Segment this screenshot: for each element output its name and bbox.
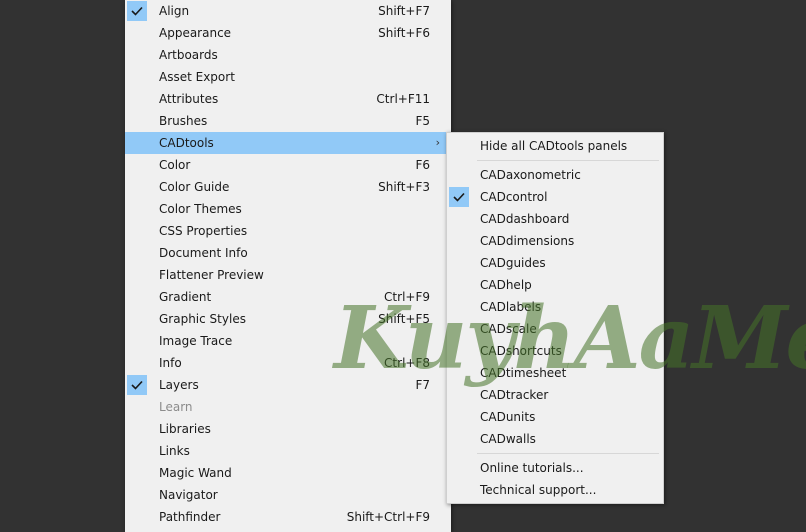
menu-item-label: Color (159, 158, 191, 172)
menu-item-graphic-styles[interactable]: Graphic Styles Shift+F5 (125, 308, 451, 330)
menu-item-links[interactable]: Links (125, 440, 451, 462)
menu-item-label: CADaxonometric (480, 168, 581, 182)
menu-item-cadhelp[interactable]: CADhelp (447, 274, 663, 296)
menu-item-label: CSS Properties (159, 224, 248, 238)
menu-item-cadlabels[interactable]: CADlabels (447, 296, 663, 318)
menu-item-caddashboard[interactable]: CADdashboard (447, 208, 663, 230)
menu-item-cadtracker[interactable]: CADtracker (447, 384, 663, 406)
menu-item-cadcontrol[interactable]: CADcontrol (447, 186, 663, 208)
menu-item-magic-wand[interactable]: Magic Wand (125, 462, 451, 484)
menu-item-technical-support[interactable]: Technical support... (447, 479, 663, 501)
menu-item-shortcut: Ctrl+F9 (384, 290, 430, 304)
menu-item-libraries[interactable]: Libraries (125, 418, 451, 440)
menu-item-color[interactable]: Color F6 (125, 154, 451, 176)
menu-item-label: CADdimensions (480, 234, 575, 248)
menu-item-label: Document Info (159, 246, 248, 260)
menu-item-label: Artboards (159, 48, 218, 62)
menu-item-label: Libraries (159, 422, 211, 436)
menu-item-shortcut: F7 (415, 378, 430, 392)
menu-item-color-guide[interactable]: Color Guide Shift+F3 (125, 176, 451, 198)
menu-item-cadshortcuts[interactable]: CADshortcuts (447, 340, 663, 362)
menu-item-shortcut: Shift+Ctrl+F9 (346, 510, 430, 524)
menu-item-label: Attributes (159, 92, 219, 106)
menu-item-label: Gradient (159, 290, 212, 304)
menu-item-label: Links (159, 444, 190, 458)
checkmark-icon (449, 187, 469, 207)
menu-item-color-themes[interactable]: Color Themes (125, 198, 451, 220)
menu-item-label: Align (159, 4, 190, 18)
menu-item-caddimensions[interactable]: CADdimensions (447, 230, 663, 252)
menu-item-label: Hide all CADtools panels (480, 139, 628, 153)
menu-item-shortcut: Shift+F5 (378, 312, 430, 326)
menu-item-shortcut: Ctrl+F8 (384, 356, 430, 370)
menu-item-shortcut: Ctrl+F11 (376, 92, 430, 106)
menu-item-layers[interactable]: Layers F7 (125, 374, 451, 396)
menu-item-navigator[interactable]: Navigator (125, 484, 451, 506)
menu-item-label: CADcontrol (480, 190, 548, 204)
menu-item-label: Asset Export (159, 70, 235, 84)
menu-item-shortcut: Shift+F3 (378, 180, 430, 194)
menu-item-document-info[interactable]: Document Info (125, 242, 451, 264)
menu-item-shortcut: Shift+F6 (378, 26, 430, 40)
menu-item-align[interactable]: Align Shift+F7 (125, 0, 451, 22)
menu-item-css-properties[interactable]: CSS Properties (125, 220, 451, 242)
chevron-right-icon: › (435, 136, 440, 149)
menu-item-label: Magic Wand (159, 466, 232, 480)
menu-item-attributes[interactable]: Attributes Ctrl+F11 (125, 88, 451, 110)
menu-item-label: Color Guide (159, 180, 230, 194)
menu-item-online-tutorials[interactable]: Online tutorials... (447, 457, 663, 479)
window-menu: Align Shift+F7 Appearance Shift+F6 Artboards… (125, 0, 451, 532)
menu-item-label: CADtracker (480, 388, 549, 402)
menu-item-label: Flattener Preview (159, 268, 264, 282)
menu-item-label: Pathfinder (159, 510, 221, 524)
menu-item-shortcut: F6 (415, 158, 430, 172)
menu-item-cadguides[interactable]: CADguides (447, 252, 663, 274)
menu-item-cadtimesheet[interactable]: CADtimesheet (447, 362, 663, 384)
menu-item-cadscale[interactable]: CADscale (447, 318, 663, 340)
menu-item-label: Graphic Styles (159, 312, 246, 326)
menu-item-label: Technical support... (480, 483, 597, 497)
menu-item-cadtools[interactable]: CADtools › (125, 132, 451, 154)
checkmark-icon (127, 375, 147, 395)
menu-item-label: Color Themes (159, 202, 242, 216)
menu-item-label: CADdashboard (480, 212, 570, 226)
menu-item-flattener-preview[interactable]: Flattener Preview (125, 264, 451, 286)
menu-item-image-trace[interactable]: Image Trace (125, 330, 451, 352)
menu-item-cadaxonometric[interactable]: CADaxonometric (447, 164, 663, 186)
menu-separator (477, 160, 659, 161)
menu-item-hide-all-cadtools-panels[interactable]: Hide all CADtools panels (447, 135, 663, 157)
menu-item-label: CADwalls (480, 432, 536, 446)
menu-item-label: Appearance (159, 26, 232, 40)
menu-item-label: CADshortcuts (480, 344, 562, 358)
menu-item-cadunits[interactable]: CADunits (447, 406, 663, 428)
menu-item-label: Navigator (159, 488, 218, 502)
checkmark-icon (127, 1, 147, 21)
menu-item-label: CADtimesheet (480, 366, 567, 380)
menu-separator (477, 453, 659, 454)
menu-item-shortcut: F5 (415, 114, 430, 128)
menu-item-label: CADguides (480, 256, 546, 270)
menu-item-label: CADtools (159, 136, 214, 150)
menu-item-label: Info (159, 356, 182, 370)
menu-item-asset-export[interactable]: Asset Export (125, 66, 451, 88)
menu-item-appearance[interactable]: Appearance Shift+F6 (125, 22, 451, 44)
menu-item-label: Layers (159, 378, 199, 392)
menu-item-label: CADscale (480, 322, 537, 336)
menu-item-info[interactable]: Info Ctrl+F8 (125, 352, 451, 374)
menu-item-label: CADlabels (480, 300, 542, 314)
cadtools-submenu: Hide all CADtools panels CADaxonometric C… (446, 132, 664, 504)
menu-item-gradient[interactable]: Gradient Ctrl+F9 (125, 286, 451, 308)
menu-item-artboards[interactable]: Artboards (125, 44, 451, 66)
menu-item-learn: Learn (125, 396, 451, 418)
menu-item-shortcut: Shift+F7 (378, 4, 430, 18)
menu-item-label: CADhelp (480, 278, 532, 292)
menu-item-label: Learn (159, 400, 193, 414)
menu-item-brushes[interactable]: Brushes F5 (125, 110, 451, 132)
menu-item-pathfinder[interactable]: Pathfinder Shift+Ctrl+F9 (125, 506, 451, 528)
menu-item-label: CADunits (480, 410, 536, 424)
menu-item-label: Brushes (159, 114, 208, 128)
menu-item-label: Image Trace (159, 334, 233, 348)
menu-item-label: Online tutorials... (480, 461, 584, 475)
menu-item-cadwalls[interactable]: CADwalls (447, 428, 663, 450)
